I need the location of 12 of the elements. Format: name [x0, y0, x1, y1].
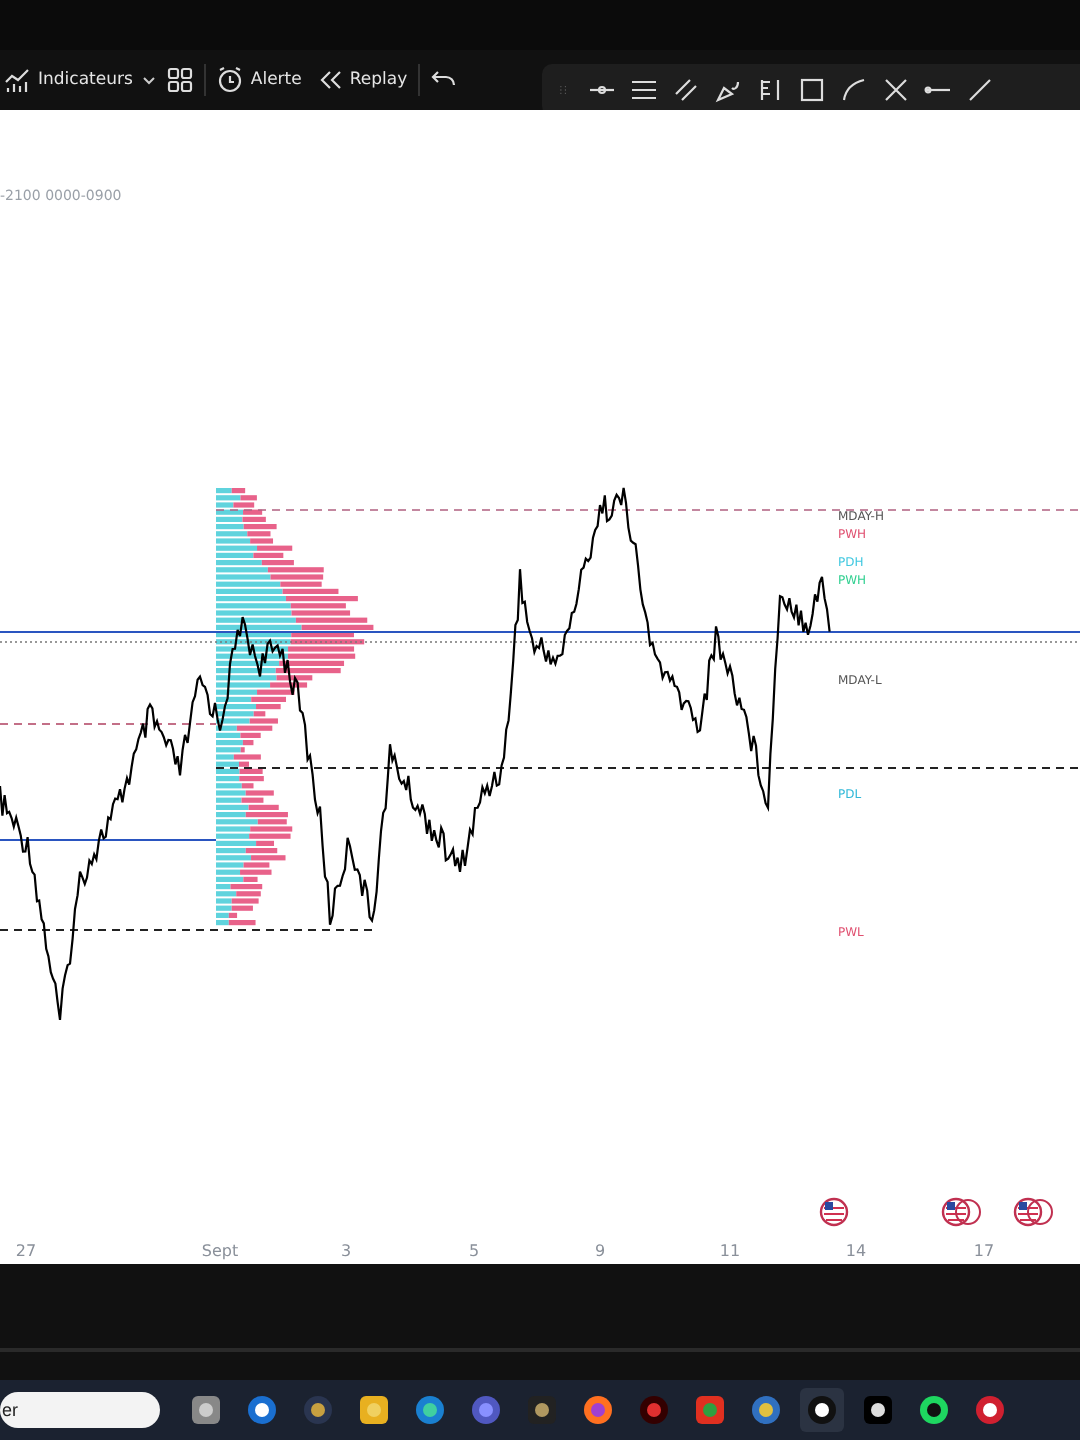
axis-label: 11 [719, 1242, 741, 1260]
axis-label: 27 [15, 1242, 37, 1260]
alert-button[interactable]: Alerte [212, 62, 306, 98]
axis-label: 17 [973, 1242, 995, 1260]
axis-label: 3 [340, 1242, 352, 1260]
axis-label: Sept [201, 1242, 239, 1260]
axis-label: 5 [468, 1242, 480, 1260]
axis-label: 14 [845, 1242, 867, 1260]
indicators-button[interactable]: Indicateurs [0, 62, 137, 98]
axis-label: 9 [594, 1242, 606, 1260]
search-field[interactable]: er [0, 1392, 160, 1428]
replay-button[interactable]: Replay [311, 62, 412, 98]
